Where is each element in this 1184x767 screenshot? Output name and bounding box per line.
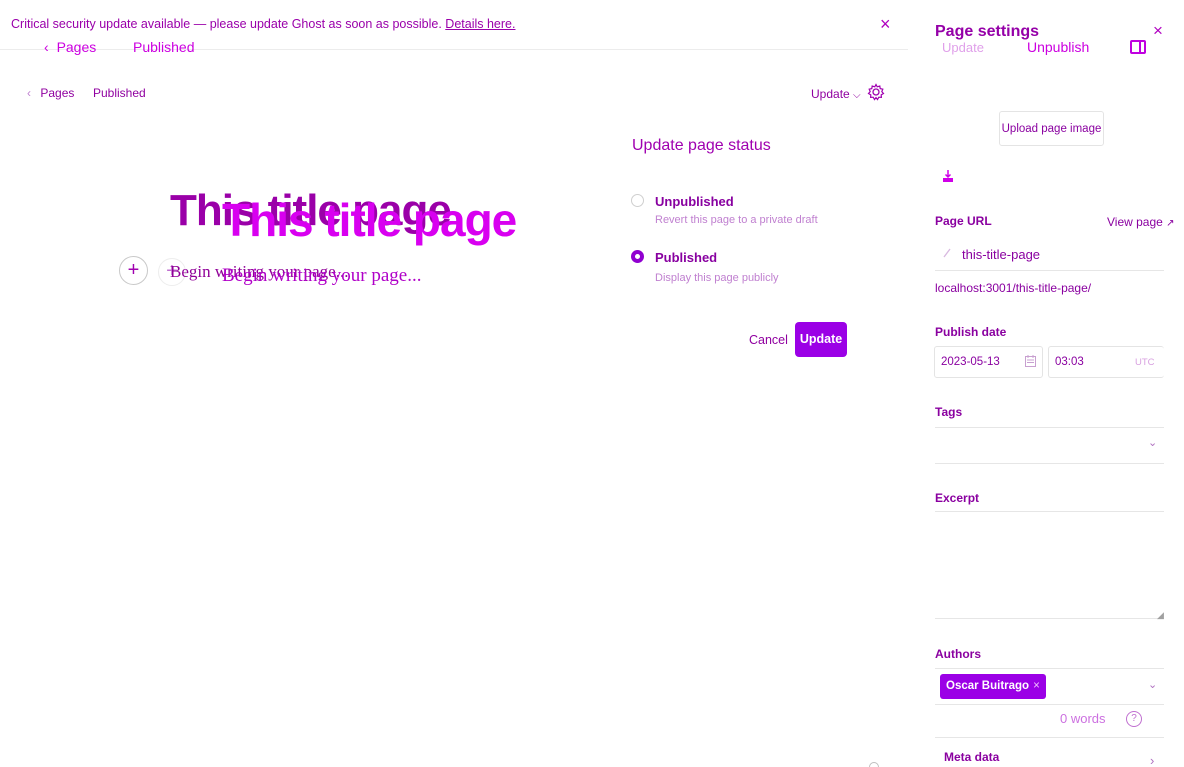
meta-data-label: Meta data	[944, 750, 1000, 764]
calendar-icon[interactable]	[1025, 355, 1036, 367]
update-menu-trigger[interactable]: Update ⌵	[811, 87, 861, 101]
update-menu-label: Update	[811, 87, 850, 101]
word-count: 0 words	[1060, 711, 1106, 726]
help-icon[interactable]: ?	[1126, 711, 1142, 727]
unpublished-option-description: Revert this page to a private draft	[655, 214, 818, 226]
status-menu-heading: Update page status	[632, 137, 771, 154]
help-corner-icon[interactable]	[869, 762, 879, 767]
view-page-label: View page	[1107, 215, 1163, 229]
page-url-label: Page URL	[935, 214, 992, 228]
breadcrumb-pages: Pages	[40, 86, 75, 100]
overlay-status-label: Published	[133, 39, 195, 55]
timezone-label: UTC	[1135, 357, 1155, 368]
add-card-button[interactable]: +	[119, 256, 148, 285]
chevron-right-icon: ›	[1150, 753, 1155, 767]
full-page-url[interactable]: localhost:3001/this-title-page/	[935, 281, 1091, 295]
excerpt-textarea[interactable]	[935, 511, 1164, 619]
cancel-button[interactable]: Cancel	[749, 333, 788, 347]
banner-close-icon[interactable]: ×	[880, 14, 891, 35]
breadcrumb-back-link[interactable]: ‹ Pages	[27, 86, 74, 100]
sidebar-toggle-icon[interactable]	[1130, 40, 1146, 54]
chevron-left-icon: ‹	[27, 86, 31, 100]
resize-grip-icon[interactable]: ◢	[1157, 610, 1164, 621]
publish-time-value: 03:03	[1055, 356, 1084, 368]
chevron-down-icon: ⌄	[1148, 679, 1158, 691]
panel-close-icon[interactable]: ×	[1153, 21, 1163, 41]
overlay-back-link[interactable]: ‹ Pages	[44, 39, 96, 55]
author-chip: Oscar Buitrago ×	[940, 674, 1046, 699]
author-name: Oscar Buitrago	[946, 680, 1030, 692]
update-button[interactable]: Update	[795, 322, 847, 357]
publish-date-label: Publish date	[935, 325, 1007, 339]
panel-title: Page settings	[935, 23, 1040, 40]
chevron-left-icon: ‹	[44, 39, 49, 55]
chevron-down-icon: ⌵	[853, 90, 861, 101]
settings-gear-icon[interactable]	[866, 82, 886, 102]
upload-page-image-button[interactable]: Upload page image	[999, 111, 1104, 146]
banner-message: Critical security update available — ple…	[11, 17, 515, 31]
publish-date-value: 2023-05-13	[941, 356, 1000, 368]
published-option-description: Display this page publicly	[655, 272, 779, 284]
page-title-overlay: This title page	[222, 194, 517, 246]
page-url-value: this-title-page	[962, 247, 1041, 262]
upload-icon	[943, 170, 953, 182]
published-option-title[interactable]: Published	[655, 250, 717, 265]
link-icon	[943, 248, 951, 258]
tags-label: Tags	[935, 405, 963, 419]
overlay-update-label: Update	[942, 40, 984, 55]
page-body-placeholder-overlay: Begin writing your page...	[222, 265, 422, 286]
authors-label: Authors	[935, 647, 981, 661]
unpublished-radio[interactable]	[631, 194, 644, 207]
unpublish-link[interactable]: Unpublish	[1027, 39, 1089, 55]
remove-author-icon[interactable]: ×	[1033, 680, 1040, 692]
view-page-link[interactable]: View page ↗	[1107, 215, 1175, 229]
overlay-back-label: Pages	[56, 39, 97, 55]
banner-message-text: Critical security update available — ple…	[11, 17, 442, 31]
external-link-icon: ↗	[1166, 218, 1175, 229]
excerpt-label: Excerpt	[935, 491, 980, 505]
chevron-down-icon: ⌄	[1148, 437, 1158, 449]
tags-input[interactable]	[935, 427, 1164, 464]
unpublished-option-title[interactable]: Unpublished	[655, 194, 734, 209]
banner-details-link[interactable]: Details here.	[445, 17, 515, 31]
published-radio[interactable]	[631, 250, 644, 263]
breadcrumb-status: Published	[93, 86, 146, 100]
